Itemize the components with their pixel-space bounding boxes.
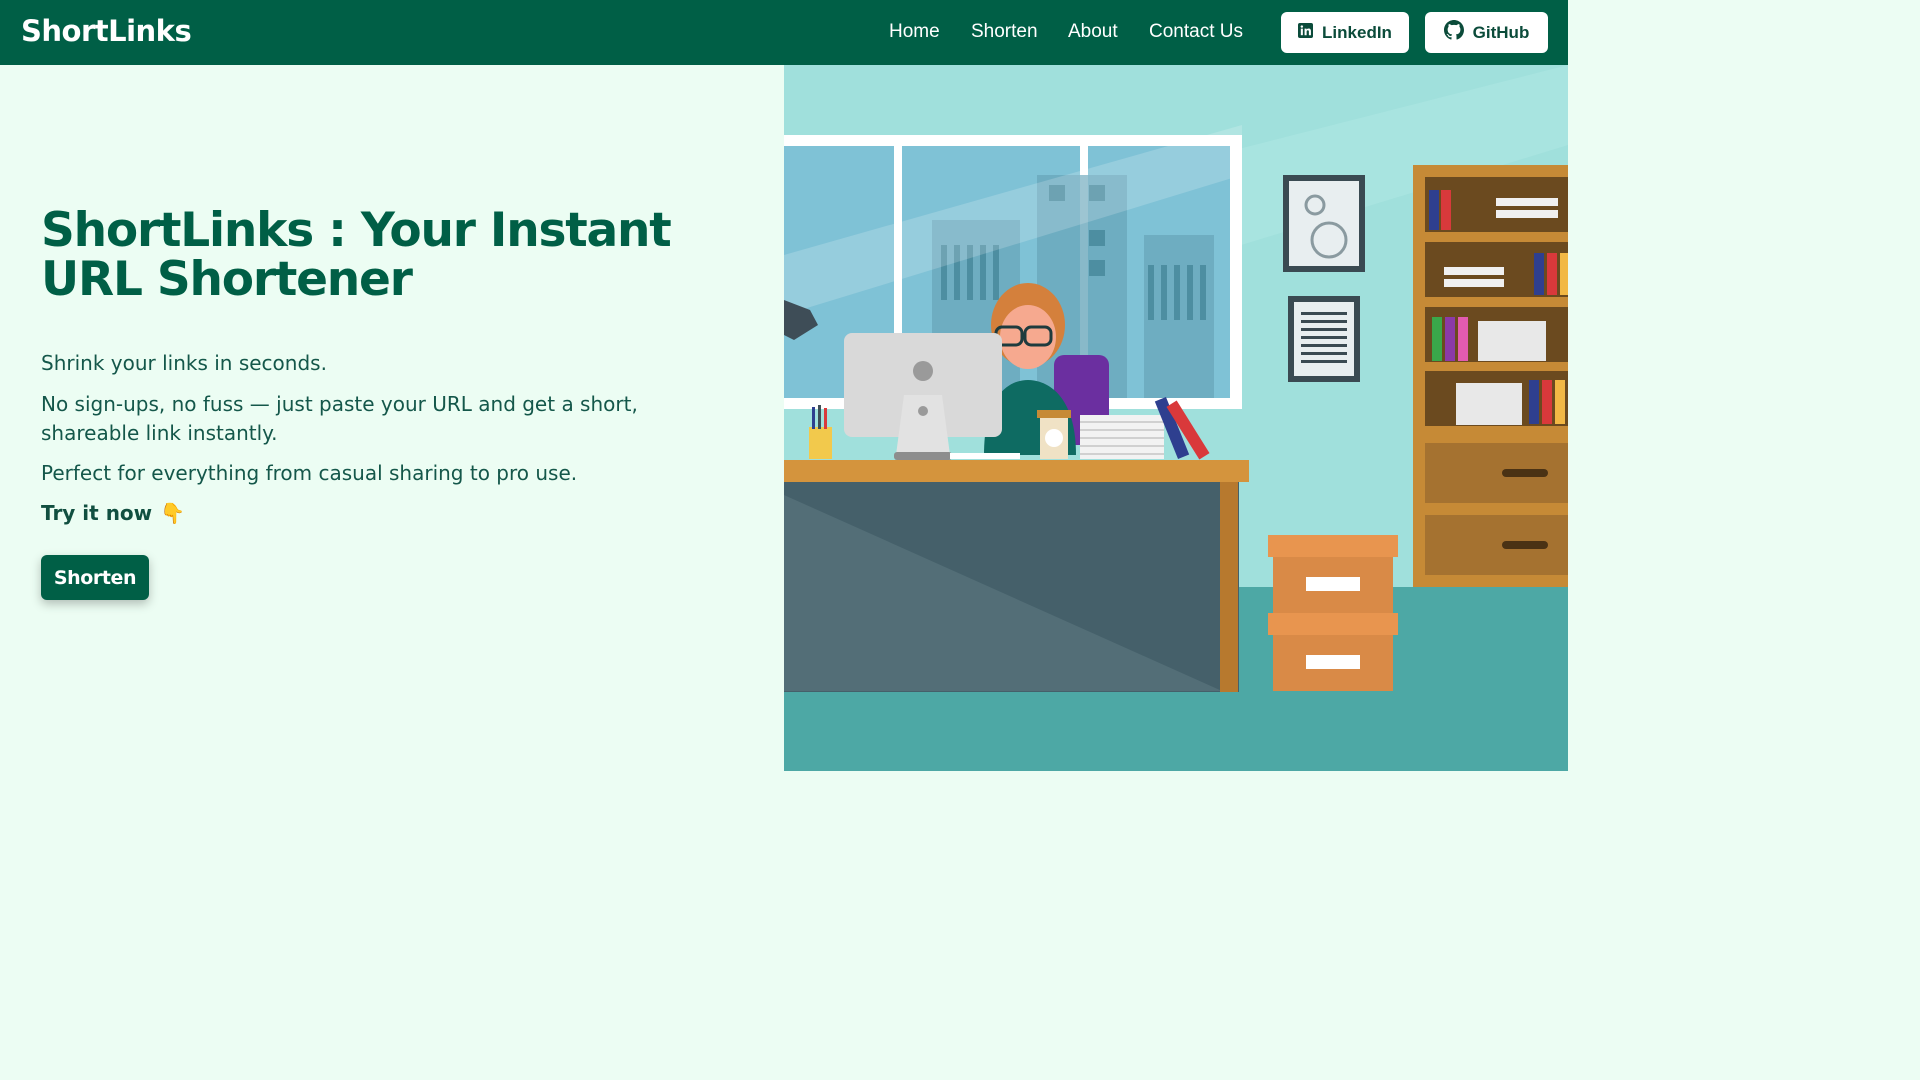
office-illustration (784, 65, 1568, 771)
linkedin-label: LinkedIn (1322, 22, 1392, 42)
nav-shorten[interactable]: Shorten (971, 21, 1038, 43)
shorten-cta-button[interactable]: Shorten (41, 555, 149, 600)
github-label: GitHub (1472, 22, 1530, 42)
nav-home[interactable]: Home (889, 21, 940, 43)
try-now-label: Try it now (41, 501, 153, 525)
linkedin-button[interactable]: LinkedIn (1281, 12, 1409, 53)
hero-description: No sign-ups, no fuss — just paste your U… (41, 392, 638, 445)
hero-tagline: Shrink your links in seconds. (41, 351, 327, 375)
github-button[interactable]: GitHub (1425, 12, 1548, 53)
hero-use-case: Perfect for everything from casual shari… (41, 461, 578, 485)
brand-logo[interactable]: ShortLinks (21, 14, 192, 48)
nav-about[interactable]: About (1068, 21, 1118, 43)
try-now: Try it now 👇 (41, 501, 185, 525)
hero-title: ShortLinks : Your Instant URL Shortener (41, 203, 672, 307)
nav-contact-us[interactable]: Contact Us (1149, 21, 1243, 43)
navbar: ShortLinks Home Shorten About Contact Us… (0, 0, 1568, 65)
github-icon (1443, 20, 1464, 45)
linkedin-icon (1298, 22, 1314, 43)
pointing-down-emoji-icon: 👇 (160, 501, 186, 525)
